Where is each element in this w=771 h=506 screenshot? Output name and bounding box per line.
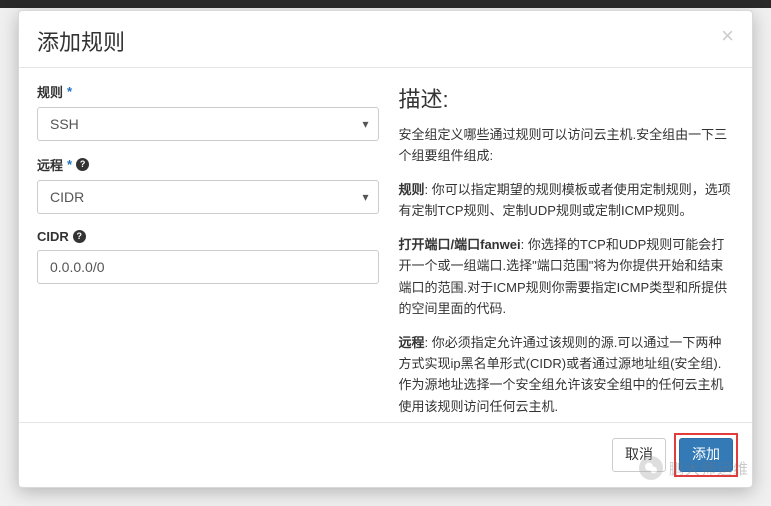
add-button-highlight: 添加 bbox=[674, 433, 738, 477]
remote-label: 远程 * ? bbox=[37, 155, 89, 174]
description-remote-label: 远程 bbox=[399, 335, 425, 350]
help-icon[interactable]: ? bbox=[73, 230, 86, 243]
cidr-label-text: CIDR bbox=[37, 229, 69, 244]
rule-field-group: 规则 * SSH ▾ bbox=[37, 82, 379, 141]
rule-select[interactable]: SSH bbox=[37, 107, 379, 141]
description-rule: 规则: 你可以指定期望的规则模板或者使用定制规则，选项有定制TCP规则、定制UD… bbox=[399, 179, 734, 222]
modal-footer: 取消 添加 bbox=[19, 422, 752, 487]
description-remote: 远程: 你必须指定允许通过该规则的源.可以通过一下两种方式实现ip黑名单形式(C… bbox=[399, 332, 734, 418]
description-rule-text: : 你可以指定期望的规则模板或者使用定制规则，选项有定制TCP规则、定制UDP规… bbox=[399, 182, 731, 218]
modal-body: 规则 * SSH ▾ 远程 * ? CIDR bbox=[19, 68, 752, 422]
cidr-field-group: CIDR ? bbox=[37, 228, 379, 284]
modal-title: 添加规则 bbox=[37, 25, 125, 57]
description-remote-text: : 你必须指定允许通过该规则的源.可以通过一下两种方式实现ip黑名单形式(CID… bbox=[399, 335, 724, 414]
required-star: * bbox=[67, 84, 72, 99]
remote-select[interactable]: CIDR bbox=[37, 180, 379, 214]
help-icon[interactable]: ? bbox=[76, 158, 89, 171]
add-button[interactable]: 添加 bbox=[679, 438, 733, 472]
remote-label-text: 远程 bbox=[37, 155, 63, 174]
rule-label-text: 规则 bbox=[37, 82, 63, 101]
rule-label: 规则 * bbox=[37, 82, 72, 101]
remote-field-group: 远程 * ? CIDR ▾ bbox=[37, 155, 379, 214]
description-port: 打开端口/端口fanwei: 你选择的TCP和UDP规则可能会打开一个或一组端口… bbox=[399, 234, 734, 320]
cidr-input[interactable] bbox=[37, 250, 379, 284]
required-star: * bbox=[67, 157, 72, 172]
description-port-label: 打开端口/端口fanwei bbox=[399, 237, 521, 252]
close-icon[interactable]: × bbox=[721, 25, 734, 47]
add-rule-modal: 添加规则 × 规则 * SSH ▾ 远程 * bbox=[18, 10, 753, 488]
description-title: 描述: bbox=[399, 82, 734, 114]
form-column: 规则 * SSH ▾ 远程 * ? CIDR bbox=[37, 82, 379, 414]
description-rule-label: 规则 bbox=[399, 182, 425, 197]
modal-header: 添加规则 × bbox=[19, 11, 752, 68]
cidr-label: CIDR ? bbox=[37, 229, 86, 244]
description-intro: 安全组定义哪些通过规则可以访问云主机.安全组由一下三个组要组件组成: bbox=[399, 124, 734, 167]
description-column: 描述: 安全组定义哪些通过规则可以访问云主机.安全组由一下三个组要组件组成: 规… bbox=[399, 82, 734, 414]
cancel-button[interactable]: 取消 bbox=[612, 438, 666, 472]
